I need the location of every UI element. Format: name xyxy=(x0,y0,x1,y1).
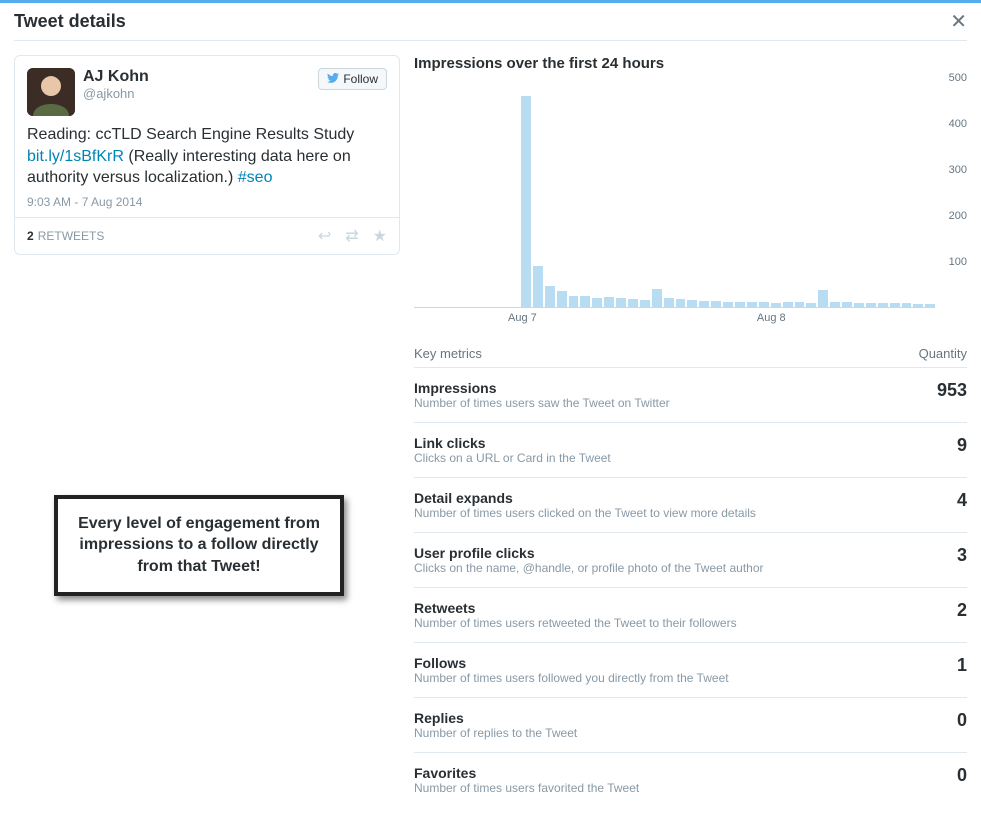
avatar[interactable] xyxy=(27,68,75,116)
callout-annotation: Every level of engagement from impressio… xyxy=(54,495,344,596)
chart-bar xyxy=(866,303,876,307)
metric-desc: Clicks on the name, @handle, or profile … xyxy=(414,561,947,575)
metric-value: 9 xyxy=(957,435,967,456)
author-handle[interactable]: @ajkohn xyxy=(83,86,318,101)
chart-bar xyxy=(759,302,769,307)
metric-name: Favorites xyxy=(414,765,947,781)
chart-bar xyxy=(569,296,579,307)
chart-bar xyxy=(592,298,602,307)
chart-bar xyxy=(890,303,900,307)
y-tick-label: 500 xyxy=(949,72,967,84)
metric-desc: Number of times users followed you direc… xyxy=(414,671,947,685)
metric-value: 2 xyxy=(957,600,967,621)
close-icon[interactable]: ✕ xyxy=(950,9,967,34)
chart-bar xyxy=(545,286,555,307)
chart-bar xyxy=(795,302,805,307)
metric-row: FollowsNumber of times users followed yo… xyxy=(414,643,967,698)
chart-bar xyxy=(604,297,614,307)
chart-bar xyxy=(533,266,543,307)
metric-value: 0 xyxy=(957,710,967,731)
chart-bar xyxy=(521,96,531,307)
chart-bar xyxy=(687,300,697,307)
metric-row: FavoritesNumber of times users favorited… xyxy=(414,753,967,807)
chart-bar xyxy=(580,296,590,307)
metric-name: Link clicks xyxy=(414,435,947,451)
tweet-card: AJ Kohn @ajkohn Follow Reading: ccTLD Se… xyxy=(14,55,400,255)
tweet-hashtag[interactable]: #seo xyxy=(238,169,273,186)
chart-bar xyxy=(747,302,757,307)
x-tick-label: Aug 7 xyxy=(508,312,537,324)
chart-bar xyxy=(783,302,793,307)
chart-bar xyxy=(676,299,686,307)
metric-name: Impressions xyxy=(414,380,927,396)
metric-row: Link clicksClicks on a URL or Card in th… xyxy=(414,423,967,478)
chart-bar xyxy=(913,304,923,307)
metric-row: RetweetsNumber of times users retweeted … xyxy=(414,588,967,643)
metric-value: 3 xyxy=(957,545,967,566)
chart-bar xyxy=(711,301,721,307)
chart-bar xyxy=(842,302,852,307)
metric-value: 4 xyxy=(957,490,967,511)
chart-bar xyxy=(664,298,674,307)
tweet-timestamp: 9:03 AM - 7 Aug 2014 xyxy=(15,195,399,218)
metric-value: 0 xyxy=(957,765,967,786)
chart-bar xyxy=(640,300,650,307)
chart-bar xyxy=(806,303,816,307)
x-tick-label: Aug 8 xyxy=(757,312,786,324)
chart-title: Impressions over the first 24 hours xyxy=(414,55,967,72)
metric-name: Detail expands xyxy=(414,490,947,506)
metric-name: Replies xyxy=(414,710,947,726)
page-title: Tweet details xyxy=(14,11,126,32)
tweet-link[interactable]: bit.ly/1sBfKrR xyxy=(27,148,124,165)
chart-bar xyxy=(925,304,935,307)
follow-label: Follow xyxy=(343,72,378,86)
metrics-header-right: Quantity xyxy=(919,346,967,361)
chart-bar xyxy=(878,303,888,307)
chart-bar xyxy=(830,302,840,307)
follow-button[interactable]: Follow xyxy=(318,68,387,90)
metric-value: 1 xyxy=(957,655,967,676)
y-tick-label: 300 xyxy=(949,164,967,176)
chart-bar xyxy=(723,302,733,307)
metric-value: 953 xyxy=(937,380,967,401)
chart-bar xyxy=(771,303,781,307)
metric-desc: Clicks on a URL or Card in the Tweet xyxy=(414,451,947,465)
chart-bar xyxy=(652,289,662,307)
chart-bar xyxy=(616,298,626,307)
metric-name: User profile clicks xyxy=(414,545,947,561)
chart-bar xyxy=(628,299,638,307)
retweet-icon[interactable]: ⇄ xyxy=(345,226,358,246)
author-name[interactable]: AJ Kohn xyxy=(83,68,318,86)
metric-desc: Number of replies to the Tweet xyxy=(414,726,947,740)
metric-row: User profile clicksClicks on the name, @… xyxy=(414,533,967,588)
twitter-bird-icon xyxy=(327,72,339,86)
chart-bar xyxy=(854,303,864,307)
tweet-text: Reading: ccTLD Search Engine Results Stu… xyxy=(15,120,399,195)
metric-row: Detail expandsNumber of times users clic… xyxy=(414,478,967,533)
metric-row: ImpressionsNumber of times users saw the… xyxy=(414,368,967,423)
metric-desc: Number of times users saw the Tweet on T… xyxy=(414,396,927,410)
metric-row: RepliesNumber of replies to the Tweet 0 xyxy=(414,698,967,753)
metric-desc: Number of times users clicked on the Twe… xyxy=(414,506,947,520)
metric-name: Retweets xyxy=(414,600,947,616)
chart-bar xyxy=(699,301,709,307)
metrics-header-left: Key metrics xyxy=(414,346,482,361)
y-tick-label: 100 xyxy=(949,256,967,268)
favorite-icon[interactable]: ★ xyxy=(373,226,387,246)
y-tick-label: 400 xyxy=(949,118,967,130)
chart-bar xyxy=(735,302,745,307)
y-tick-label: 200 xyxy=(949,210,967,222)
impressions-chart: 100200300400500 xyxy=(414,78,967,308)
chart-bar xyxy=(902,303,912,307)
retweet-count[interactable]: 2RETWEETS xyxy=(27,229,104,243)
metric-desc: Number of times users retweeted the Twee… xyxy=(414,616,947,630)
metric-name: Follows xyxy=(414,655,947,671)
metric-desc: Number of times users favorited the Twee… xyxy=(414,781,947,795)
chart-bar xyxy=(557,291,567,307)
chart-bar xyxy=(818,290,828,307)
reply-icon[interactable]: ↩ xyxy=(318,226,331,246)
